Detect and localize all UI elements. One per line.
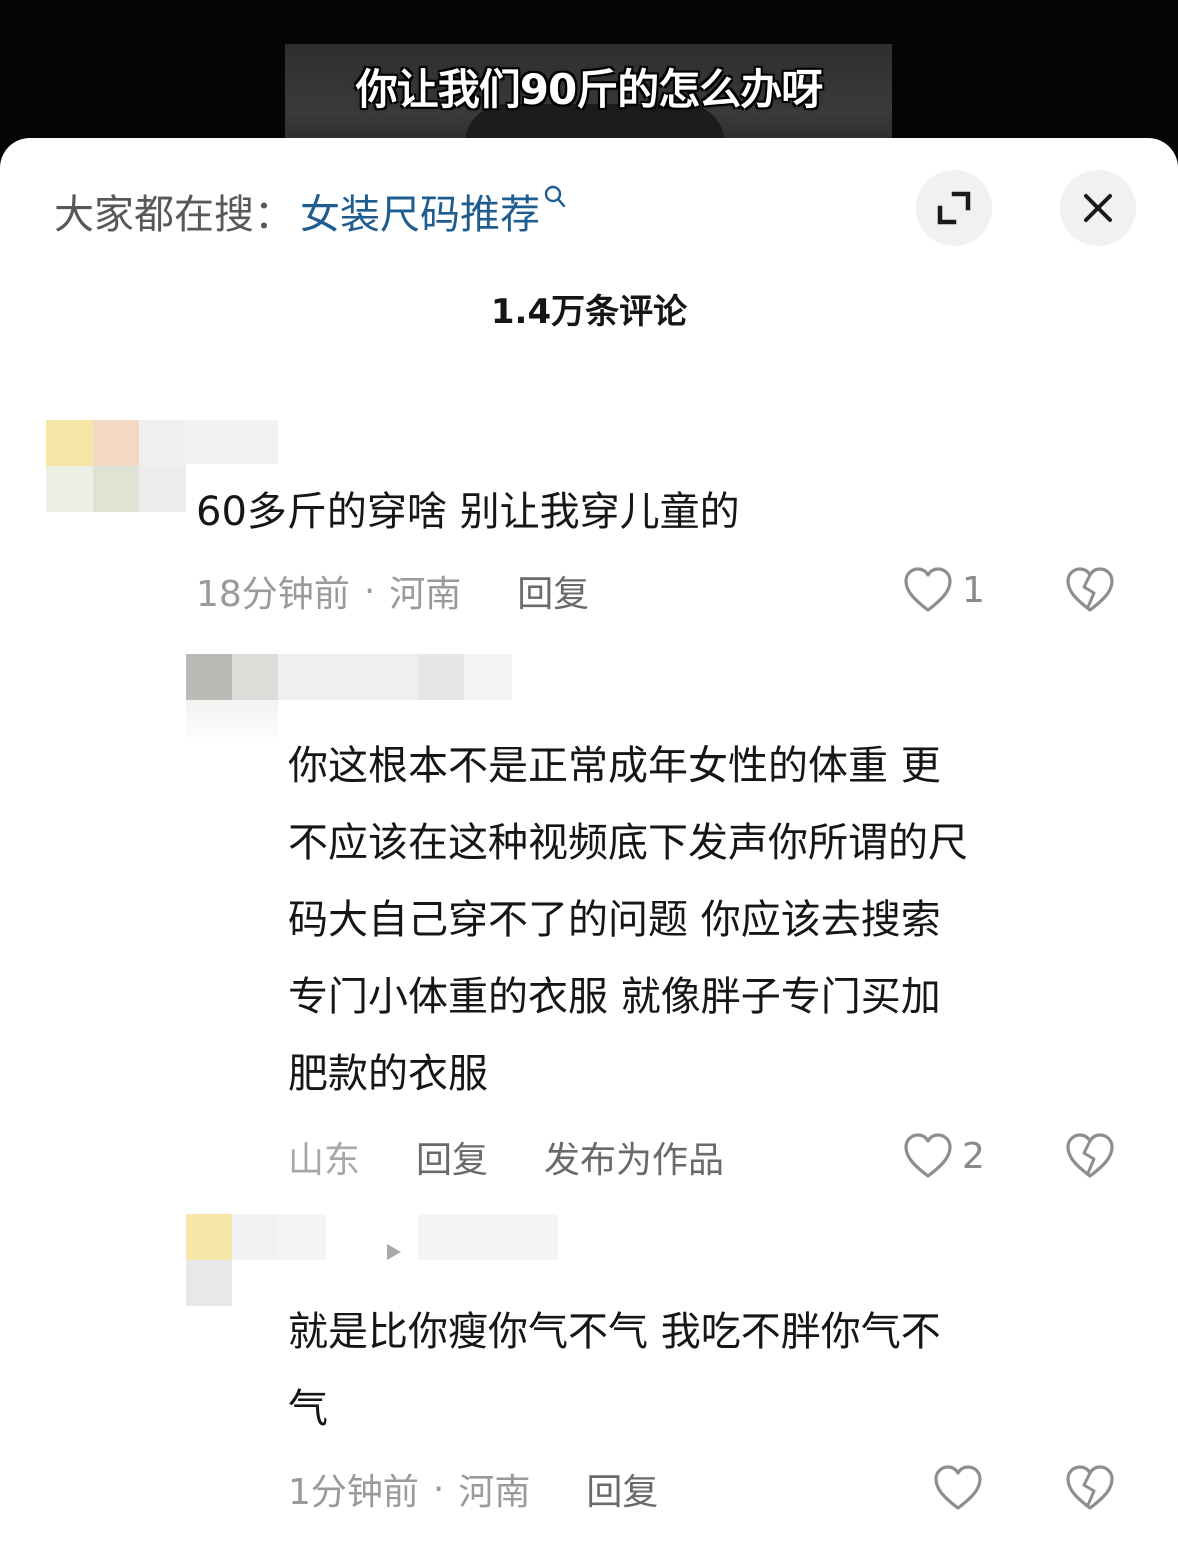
video-background: 你让我们90斤的怎么办呀 xyxy=(0,0,1178,160)
username-blurred[interactable] xyxy=(186,420,278,464)
avatar-pixel xyxy=(186,654,232,700)
avatar-pixel xyxy=(139,420,186,466)
search-label: 大家都在搜： xyxy=(54,192,294,238)
name-pixel xyxy=(464,654,512,700)
like-button[interactable]: 2 xyxy=(902,1128,985,1184)
like-button[interactable]: 1 xyxy=(902,562,985,618)
like-count: 2 xyxy=(962,1135,985,1177)
comment-meta: 山东 回复 发布为作品 xyxy=(288,1132,724,1182)
comment-meta: 1分钟前 · 河南 回复 xyxy=(288,1464,658,1514)
comment-line: 码大自己穿不了的问题 你应该去搜索 xyxy=(288,897,941,943)
comment-line: 不应该在这种视频底下发声你所谓的尺 xyxy=(288,820,968,866)
avatar-pixel xyxy=(232,1260,278,1306)
avatar-pixel xyxy=(232,1214,278,1260)
like-button[interactable] xyxy=(932,1460,984,1516)
reply-button[interactable]: 回复 xyxy=(517,565,589,617)
dislike-button[interactable] xyxy=(1064,562,1116,618)
broken-heart-icon xyxy=(1064,1131,1116,1181)
comment-location: 河南 xyxy=(389,574,462,615)
search-icon xyxy=(544,185,566,215)
comment-line: 肥款的衣服 xyxy=(288,1051,488,1097)
comment-location: 河南 xyxy=(458,1472,531,1513)
comment-text: 就是比你瘦你气不气 我吃不胖你气不 气 xyxy=(288,1294,941,1448)
username-blurred[interactable] xyxy=(418,1214,558,1260)
comment-line: 气 xyxy=(288,1386,328,1432)
name-pixel xyxy=(418,654,464,700)
avatar-pixel xyxy=(186,1260,232,1306)
dislike-button[interactable] xyxy=(1064,1128,1116,1184)
avatar-shadow xyxy=(186,700,278,746)
broken-heart-icon xyxy=(1064,1463,1116,1513)
heart-icon xyxy=(902,565,954,615)
reply-arrow-icon xyxy=(384,1242,404,1262)
comment-line: 你这根本不是正常成年女性的体重 更 xyxy=(288,743,941,789)
avatar-pixel xyxy=(46,420,93,466)
comment-line: 就是比你瘦你气不气 我吃不胖你气不 xyxy=(288,1309,941,1355)
heart-icon xyxy=(902,1131,954,1181)
comment-meta: 18分钟前 · 河南 回复 xyxy=(196,566,589,616)
comment-count: 1.4万条评论 xyxy=(490,292,688,332)
avatar-pixel xyxy=(93,420,139,466)
expand-icon xyxy=(934,188,974,228)
username-blurred[interactable] xyxy=(278,1214,326,1260)
meta-separator: · xyxy=(363,570,376,612)
comment-time: 1分钟前 xyxy=(288,1472,419,1513)
publish-as-work-button[interactable]: 发布为作品 xyxy=(544,1131,724,1183)
avatar[interactable] xyxy=(46,420,186,512)
comment-time: 18分钟前 xyxy=(196,574,350,615)
like-count: 1 xyxy=(962,569,985,611)
comment-text: 60多斤的穿啥 别让我穿儿童的 xyxy=(196,489,740,535)
avatar[interactable] xyxy=(186,1214,278,1306)
meta-separator: · xyxy=(432,1468,445,1510)
video-caption: 你让我们90斤的怎么办呀 xyxy=(355,65,823,114)
reply-button[interactable]: 回复 xyxy=(416,1131,488,1183)
name-pixel xyxy=(278,654,418,700)
comment-location: 山东 xyxy=(288,1140,361,1181)
avatar-pixel xyxy=(139,466,186,512)
broken-heart-icon xyxy=(1064,565,1116,615)
avatar-pixel xyxy=(46,466,93,512)
close-button[interactable] xyxy=(1060,170,1136,246)
reply-button[interactable]: 回复 xyxy=(586,1463,658,1515)
username-blurred[interactable] xyxy=(278,654,512,700)
search-suggestion[interactable]: 大家都在搜： 女装尺码推荐 xyxy=(54,185,566,238)
avatar-pixel xyxy=(93,466,139,512)
search-term-link[interactable]: 女装尺码推荐 xyxy=(300,182,540,240)
comment-text: 你这根本不是正常成年女性的体重 更 不应该在这种视频底下发声你所谓的尺 码大自己… xyxy=(288,728,968,1113)
heart-icon xyxy=(932,1463,984,1513)
avatar-pixel xyxy=(232,654,278,700)
comment-sheet: 大家都在搜： 女装尺码推荐 1.4万条评论 60多斤的穿啥 别让我穿儿童的 18… xyxy=(0,138,1178,1545)
avatar-pixel xyxy=(186,1214,232,1260)
comment-line: 专门小体重的衣服 就像胖子专门买加 xyxy=(288,974,941,1020)
dislike-button[interactable] xyxy=(1064,1460,1116,1516)
avatar[interactable] xyxy=(186,654,278,700)
expand-button[interactable] xyxy=(916,170,992,246)
close-icon xyxy=(1081,191,1115,225)
